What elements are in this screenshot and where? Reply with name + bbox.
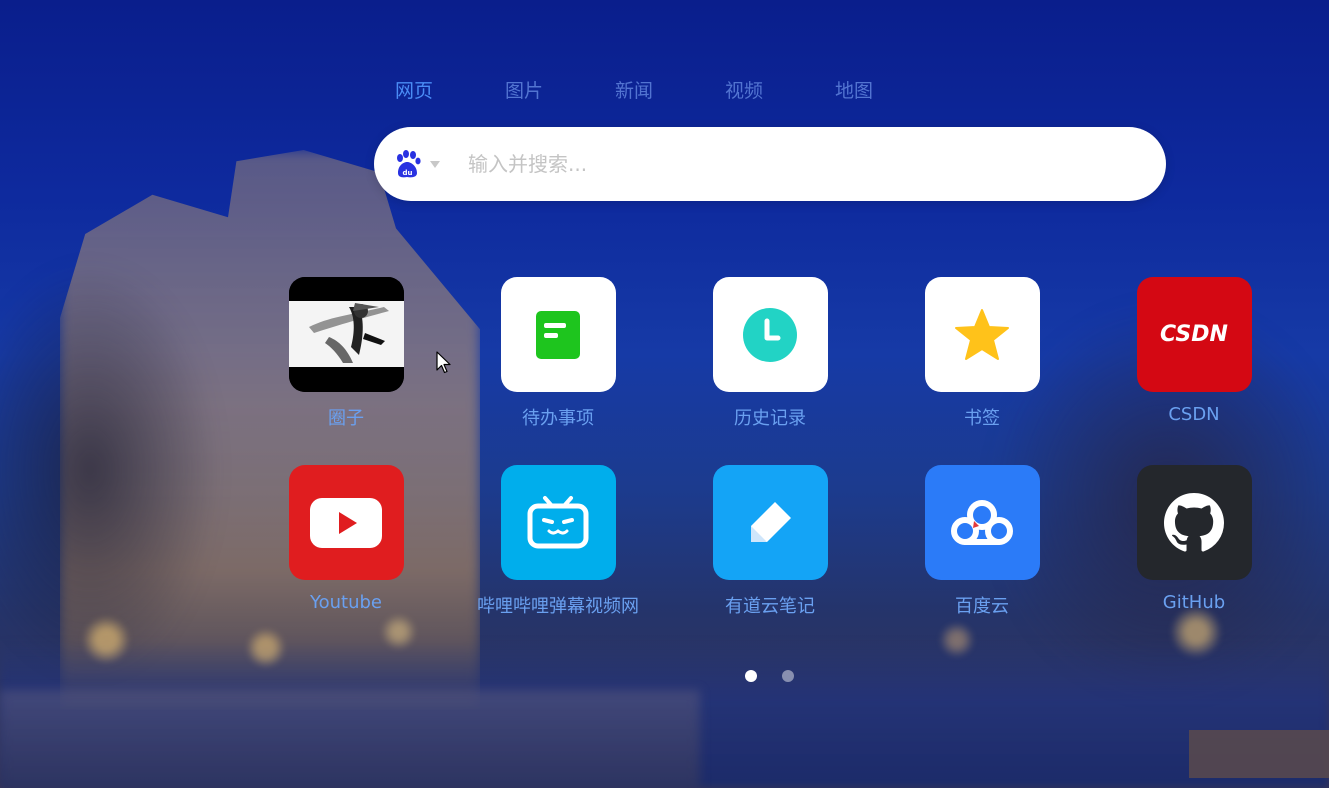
bilibili-tv-icon xyxy=(527,495,589,548)
github-tile xyxy=(1136,465,1252,580)
wallpaper-tree-left xyxy=(0,260,220,680)
app-label: 哔哩哔哩弹幕视频网 xyxy=(477,596,639,617)
quanzi-tile xyxy=(288,277,404,392)
page-dot-1[interactable] xyxy=(745,670,757,682)
todo-tile xyxy=(500,277,616,392)
search-type-tabs: 网页 图片 新闻 视频 地图 xyxy=(374,76,924,103)
bilibili-tile xyxy=(500,465,616,580)
app-todo[interactable]: 待办事项 xyxy=(458,277,658,447)
csdn-tile: CSDN xyxy=(1136,277,1252,392)
wallpaper-river xyxy=(0,640,1329,788)
app-label: 有道云笔记 xyxy=(725,596,815,617)
app-label: Youtube xyxy=(310,592,382,613)
app-label: 待办事项 xyxy=(522,408,594,429)
baidu-paw-icon: du xyxy=(397,150,421,178)
app-csdn[interactable]: CSDN CSDN xyxy=(1094,277,1294,447)
tab-maps[interactable]: 地图 xyxy=(814,76,924,103)
app-label: 圈子 xyxy=(328,408,364,429)
mouse-pointer-icon xyxy=(436,351,451,374)
baidu-cloud-tile xyxy=(924,465,1040,580)
star-icon xyxy=(955,308,1009,360)
search-engine-selector[interactable]: du xyxy=(392,144,452,184)
tab-images[interactable]: 图片 xyxy=(484,76,594,103)
baidu-cloud-icon xyxy=(951,499,1013,545)
page-dot-2[interactable] xyxy=(782,670,794,682)
wallpaper-corner-patch xyxy=(1189,730,1329,778)
app-youdao-note[interactable]: 有道云笔记 xyxy=(670,465,870,635)
app-label: 百度云 xyxy=(955,596,1009,617)
app-label: 历史记录 xyxy=(734,408,806,429)
app-youtube[interactable]: Youtube xyxy=(246,465,446,635)
page-indicator xyxy=(745,670,794,682)
github-octocat-icon xyxy=(1164,492,1224,552)
pencil-icon xyxy=(751,501,791,542)
wallpaper-embankment xyxy=(0,690,700,788)
chevron-down-icon xyxy=(430,160,440,168)
tab-video[interactable]: 视频 xyxy=(704,76,814,103)
youdao-note-tile xyxy=(712,465,828,580)
svg-text:du: du xyxy=(403,169,413,177)
app-github[interactable]: GitHub xyxy=(1094,465,1294,635)
bookmarks-tile xyxy=(924,277,1040,392)
app-history[interactable]: 历史记录 xyxy=(670,277,870,447)
youtube-play-icon xyxy=(310,497,382,548)
app-quanzi[interactable]: 圈子 xyxy=(246,277,446,447)
app-label: 书签 xyxy=(964,408,1000,429)
new-tab-page: 网页 图片 新闻 视频 地图 du 输入并搜索... 圈子 待办事项 历史记录 … xyxy=(0,0,1329,788)
search-bar: du xyxy=(374,127,1166,201)
todo-note-icon xyxy=(536,310,580,359)
app-label: CSDN xyxy=(1168,404,1220,425)
youtube-tile xyxy=(288,465,404,580)
clock-icon xyxy=(743,307,797,362)
search-input[interactable] xyxy=(466,151,1130,177)
tab-news[interactable]: 新闻 xyxy=(594,76,704,103)
history-tile xyxy=(712,277,828,392)
tab-web[interactable]: 网页 xyxy=(374,76,484,103)
app-baidu-cloud[interactable]: 百度云 xyxy=(882,465,1082,635)
app-bookmarks[interactable]: 书签 xyxy=(882,277,1082,447)
app-label: GitHub xyxy=(1162,592,1226,613)
app-bilibili[interactable]: 哔哩哔哩弹幕视频网 xyxy=(458,465,658,635)
csdn-logo-icon: CSDN xyxy=(1160,322,1228,347)
ink-painting-thumbnail-icon xyxy=(288,277,404,392)
